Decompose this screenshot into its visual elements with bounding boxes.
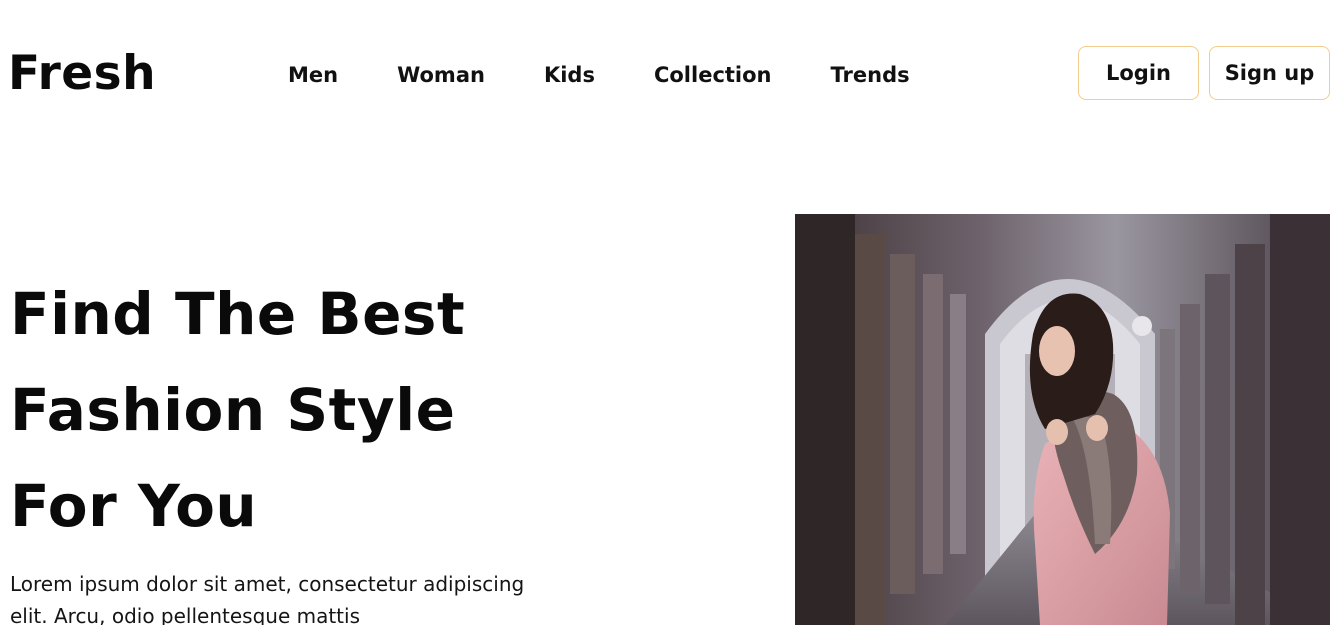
signup-button[interactable]: Sign up [1209, 46, 1330, 100]
nav-item-woman[interactable]: Woman [397, 58, 485, 92]
hero-title-line-1: Find The Best [10, 280, 466, 348]
nav-item-kids[interactable]: Kids [544, 58, 595, 92]
brand-logo[interactable]: Fresh [8, 44, 156, 104]
hero-image [795, 214, 1330, 625]
hero-description: Lorem ipsum dolor sit amet, consectetur … [10, 572, 525, 625]
main-nav: Men Woman Kids Collection Trends [288, 58, 910, 92]
hero-photo-illustration [795, 214, 1330, 625]
hero-title-line-2: Fashion Style [10, 376, 456, 444]
landing-page: Fresh Men Woman Kids Collection Trends L… [0, 0, 1341, 625]
nav-item-men[interactable]: Men [288, 58, 338, 92]
nav-item-trends[interactable]: Trends [831, 58, 910, 92]
hero-title: Find The Best Fashion Style For You [10, 266, 465, 554]
hero-title-line-3: For You [10, 472, 258, 540]
auth-buttons: Login Sign up [1078, 46, 1330, 100]
login-button[interactable]: Login [1078, 46, 1199, 100]
nav-item-collection[interactable]: Collection [654, 58, 772, 92]
